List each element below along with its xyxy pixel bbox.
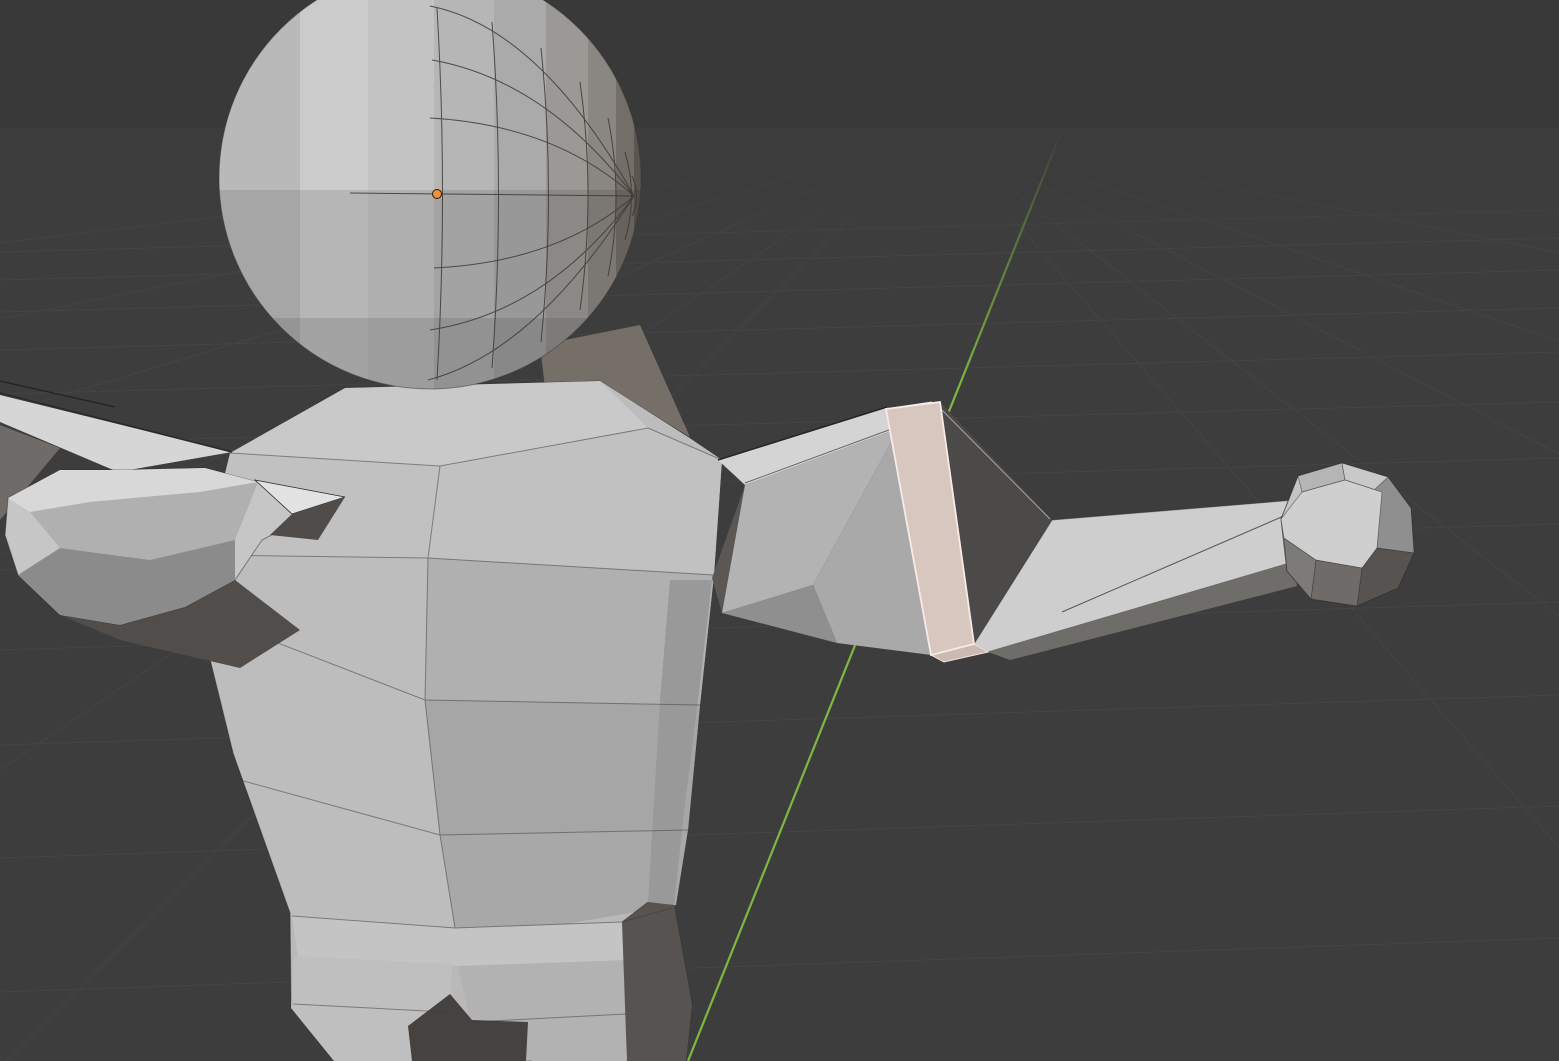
selected-vertex[interactable] (433, 190, 442, 199)
fist (1281, 463, 1414, 606)
blender-3d-viewport[interactable] (0, 0, 1559, 1061)
viewport-canvas[interactable] (0, 0, 1559, 1061)
